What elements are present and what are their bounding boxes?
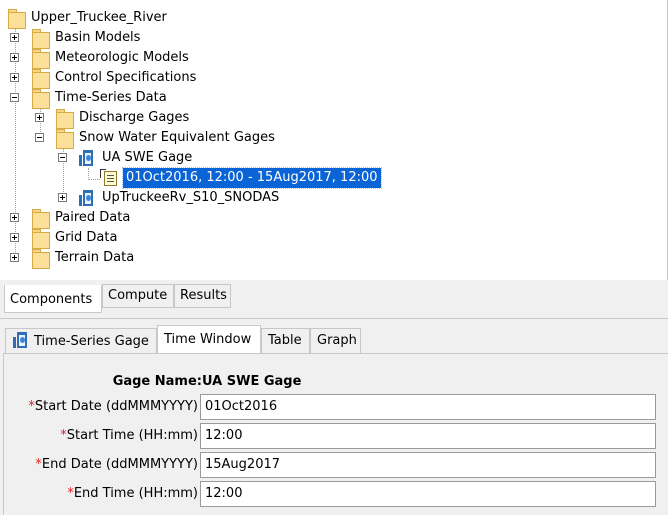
gage-name-label: Gage Name: <box>112 374 202 389</box>
folder-icon <box>32 209 50 229</box>
expand-icon[interactable] <box>10 73 19 82</box>
folder-icon <box>32 29 50 49</box>
tree-guide-line <box>88 179 100 180</box>
gage-name-value: UA SWE Gage <box>202 374 302 389</box>
start-date-label: *Start Date (ddMMMYYYY) <box>28 394 198 420</box>
end-time-label-text: End Time (HH:mm) <box>73 486 198 501</box>
tab-table[interactable]: Table <box>261 328 310 353</box>
tree-tab-bar: Components Compute Results <box>0 280 668 313</box>
start-date-label-text: Start Date (ddMMMYYYY) <box>34 399 198 414</box>
start-time-label-row: *Start Time (HH:mm) <box>4 423 198 449</box>
time-window-editor: Gage Name: UA SWE Gage *Start Date (ddMM… <box>3 353 668 515</box>
collapse-icon[interactable] <box>10 93 19 102</box>
tree-item-swe-gages[interactable]: Snow Water Equivalent Gages <box>35 128 335 149</box>
end-date-label-row: *End Date (ddMMMYYYY) <box>4 452 198 478</box>
component-tree: Upper_Truckee_River Basin Models Meteoro… <box>0 0 668 280</box>
tree-root-label: Upper_Truckee_River <box>31 10 167 25</box>
tab-time-series-gage[interactable]: Time-Series Gage <box>5 328 157 353</box>
tree-item-time-window[interactable]: 01Oct2016, 12:00 - 15Aug2017, 12:00 <box>100 167 400 189</box>
tree-item-grid-data[interactable]: Grid Data <box>10 228 250 249</box>
expand-icon[interactable] <box>10 53 19 62</box>
tree-item-label: UA SWE Gage <box>102 150 193 165</box>
folder-icon <box>56 109 74 129</box>
expand-icon[interactable] <box>58 193 67 202</box>
tab-components[interactable]: Components <box>4 285 102 313</box>
editor-tab-bar: Time-Series Gage Time Window Table Graph <box>0 323 668 354</box>
tree-item-ua-swe-gage[interactable]: UA SWE Gage <box>58 148 298 168</box>
time-window-icon <box>100 169 118 187</box>
tree-item-control-specifications[interactable]: Control Specifications <box>10 68 250 89</box>
tree-root[interactable]: Upper_Truckee_River <box>8 8 228 29</box>
tree-item-uptruckeerv-snodas[interactable]: UpTruckeeRv_S10_SNODAS <box>58 188 338 208</box>
expand-icon[interactable] <box>35 113 44 122</box>
expand-icon[interactable] <box>10 33 19 42</box>
start-time-label-text: Start Time (HH:mm) <box>66 428 198 443</box>
end-date-label-text: End Date (ddMMMYYYY) <box>41 457 198 472</box>
start-time-label: *Start Time (HH:mm) <box>60 423 198 449</box>
tree-item-label: Grid Data <box>55 230 118 245</box>
tree-item-label: Paired Data <box>55 210 131 225</box>
tab-compute[interactable]: Compute <box>102 284 174 308</box>
tree-item-label: 01Oct2016, 12:00 - 15Aug2017, 12:00 <box>122 167 382 189</box>
folder-icon <box>56 129 74 149</box>
folder-icon <box>32 229 50 249</box>
gage-name-row: Gage Name: UA SWE Gage <box>4 369 664 395</box>
tree-item-paired-data[interactable]: Paired Data <box>10 208 250 229</box>
expand-icon[interactable] <box>10 233 19 242</box>
expand-icon[interactable] <box>10 253 19 262</box>
tree-item-label: Time-Series Data <box>55 90 167 105</box>
tree-item-meteorologic-models[interactable]: Meteorologic Models <box>10 48 250 69</box>
folder-icon <box>32 249 50 269</box>
tree-item-basin-models[interactable]: Basin Models <box>10 28 250 49</box>
tree-item-label: Meteorologic Models <box>55 50 189 65</box>
gage-icon <box>78 190 96 206</box>
tree-item-label: Discharge Gages <box>79 110 190 125</box>
tree-item-label: Basin Models <box>55 30 141 45</box>
end-time-label-row: *End Time (HH:mm) <box>4 481 198 507</box>
start-time-field[interactable]: 12:00 <box>200 423 656 449</box>
tab-label: Time-Series Gage <box>34 334 149 349</box>
tree-item-label: Terrain Data <box>55 250 135 265</box>
collapse-icon[interactable] <box>35 133 44 142</box>
tree-item-label: UpTruckeeRv_S10_SNODAS <box>102 190 280 205</box>
tree-item-label: Control Specifications <box>55 70 197 85</box>
end-date-label: *End Date (ddMMMYYYY) <box>35 452 198 478</box>
gage-icon <box>12 332 30 348</box>
gage-icon <box>78 150 96 166</box>
tab-time-window[interactable]: Time Window <box>157 325 261 354</box>
folder-icon <box>32 49 50 69</box>
tree-item-label: Snow Water Equivalent Gages <box>79 130 275 145</box>
tab-results[interactable]: Results <box>174 284 231 308</box>
collapse-icon[interactable] <box>58 153 67 162</box>
tab-graph[interactable]: Graph <box>310 328 361 353</box>
end-time-field[interactable]: 12:00 <box>200 481 656 507</box>
start-date-field[interactable]: 01Oct2016 <box>200 394 656 420</box>
end-time-label: *End Time (HH:mm) <box>67 481 198 507</box>
start-date-label-row: *Start Date (ddMMMYYYY) <box>4 394 198 420</box>
folder-icon <box>32 69 50 89</box>
tree-item-time-series-data[interactable]: Time-Series Data <box>10 88 250 109</box>
tree-item-terrain-data[interactable]: Terrain Data <box>10 248 250 269</box>
folder-icon <box>32 89 50 109</box>
expand-icon[interactable] <box>10 213 19 222</box>
tree-item-discharge-gages[interactable]: Discharge Gages <box>35 108 275 129</box>
end-date-field[interactable]: 15Aug2017 <box>200 452 656 478</box>
folder-icon <box>8 9 26 29</box>
